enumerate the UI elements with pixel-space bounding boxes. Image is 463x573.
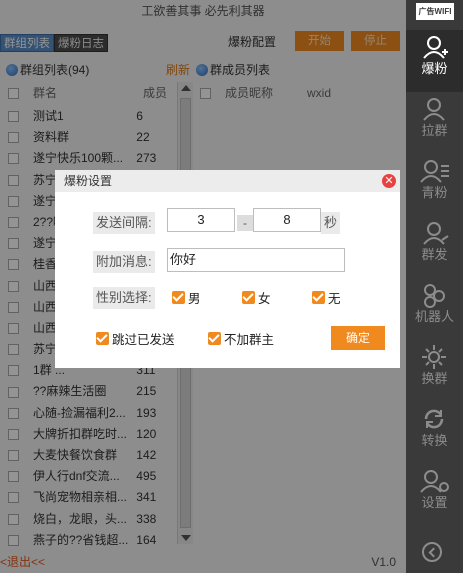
sidebar-item-4[interactable]: 机器人 — [406, 278, 463, 340]
sidebar-item-1[interactable]: 拉群 — [406, 92, 463, 154]
main-window: 工欲善其事 必先利其器 群组列表 爆粉日志 爆粉配置 开始 停止 群组列表(94… — [0, 0, 406, 573]
skip-sent-checkbox[interactable]: 跳过已发送 — [96, 330, 175, 347]
sidebar-item-label: 换群 — [421, 371, 448, 386]
message-input[interactable]: 你好 — [167, 248, 345, 272]
sidebar: 广告WIFI 爆粉拉群青粉群发机器人换群转换设置 — [406, 0, 463, 573]
interval-unit: 秒 — [321, 212, 341, 234]
sidebar-item-2[interactable]: 青粉 — [406, 154, 463, 216]
sidebar-item-3[interactable]: 群发 — [406, 216, 463, 278]
check-icon — [172, 290, 185, 304]
pull-group-icon — [423, 98, 445, 121]
add-user-icon — [423, 36, 448, 59]
logo: 广告WIFI — [416, 3, 454, 20]
gender-male-checkbox[interactable]: 男 — [172, 289, 201, 306]
fans-settings-dialog: 爆粉设置 ✕ 发送间隔: 3 - 8 秒 附加消息: 你好 性别选择: 男 女 … — [55, 170, 400, 368]
sidebar-item-label: 拉群 — [421, 123, 448, 138]
sidebar-item-label: 爆粉 — [421, 61, 448, 76]
gender-female-label: 女 — [258, 291, 271, 306]
check-icon — [96, 331, 109, 345]
refresh-icon — [424, 409, 444, 429]
broadcast-icon — [423, 222, 449, 245]
switch-group-icon — [422, 345, 446, 369]
clean-fans-icon — [420, 160, 449, 183]
sidebar-item-label: 青粉 — [421, 185, 448, 200]
no-owner-label: 不加群主 — [224, 332, 275, 347]
close-icon[interactable]: ✕ — [382, 174, 396, 188]
gender-none-checkbox[interactable]: 无 — [312, 289, 341, 306]
interval-label: 发送间隔: — [93, 212, 155, 234]
sidebar-item-label: 转换 — [421, 433, 448, 448]
sidebar-item-5[interactable]: 换群 — [406, 340, 463, 402]
gender-label: 性别选择: — [93, 287, 155, 309]
robot-icon — [424, 284, 445, 308]
sidebar-item-label: 群发 — [421, 247, 448, 262]
skip-sent-label: 跳过已发送 — [112, 332, 175, 347]
interval-max-input[interactable]: 8 — [253, 208, 321, 232]
no-owner-checkbox[interactable]: 不加群主 — [208, 330, 275, 347]
back-icon[interactable] — [422, 542, 442, 562]
sidebar-item-0[interactable]: 爆粉 — [406, 30, 463, 92]
dialog-title: 爆粉设置 — [64, 174, 113, 188]
gender-none-label: 无 — [328, 291, 341, 306]
check-icon — [312, 290, 325, 304]
gender-female-checkbox[interactable]: 女 — [242, 289, 271, 306]
sidebar-item-7[interactable]: 设置 — [406, 464, 463, 526]
gender-male-label: 男 — [188, 291, 201, 306]
sidebar-item-label: 设置 — [421, 495, 448, 510]
sidebar-item-label: 机器人 — [414, 309, 454, 324]
dialog-titlebar: 爆粉设置 ✕ — [55, 170, 400, 192]
check-icon — [208, 331, 221, 345]
check-icon — [242, 290, 255, 304]
interval-min-input[interactable]: 3 — [167, 208, 235, 232]
sidebar-item-6[interactable]: 转换 — [406, 402, 463, 464]
interval-separator: - — [237, 215, 253, 231]
message-label: 附加消息: — [93, 251, 155, 273]
settings-icon — [420, 470, 449, 493]
confirm-button[interactable]: 确定 — [331, 326, 385, 350]
